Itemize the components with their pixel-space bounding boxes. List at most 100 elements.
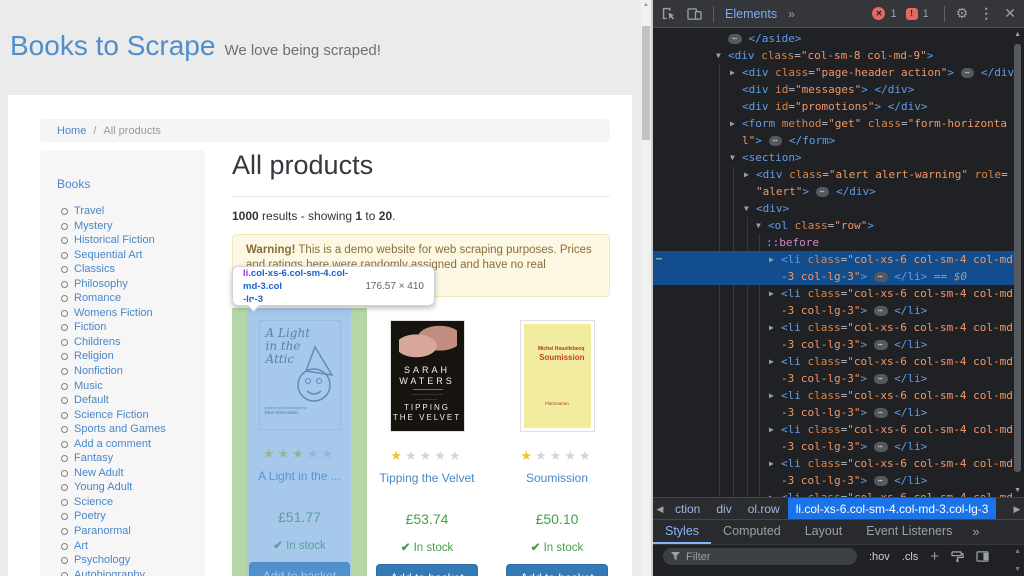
add-to-basket-button[interactable]: Add to basket [376,564,477,576]
expand-ellipsis-icon[interactable]: ⋯ [874,272,888,282]
more-panels-icon[interactable]: » [788,7,793,21]
tree-scrollbar-thumb[interactable] [1014,44,1021,472]
expand-ellipsis-icon[interactable]: ⋯ [874,442,888,452]
category-link[interactable]: Mystery [74,220,113,232]
add-to-basket-button[interactable]: Add to basket [506,564,607,576]
breadcrumb-right-arrow-icon[interactable]: ▶ [1010,504,1024,515]
expand-arrow-icon[interactable]: ▶ [730,115,742,132]
collapse-arrow-icon[interactable]: ▼ [744,200,756,217]
category-link[interactable]: Sports and Games [74,423,166,435]
tree-node[interactable]: <div id="promotions"> </div> [653,98,1016,115]
error-badge-icon[interactable]: ✕ [872,7,885,20]
category-link[interactable]: Science [74,496,113,508]
expand-arrow-icon[interactable]: ▶ [730,64,742,81]
styles-scroll-up-icon[interactable]: ▲ [1014,548,1021,556]
tree-node[interactable]: ▶<div class="page-header action"> ⋯ </di… [653,64,1016,81]
inspect-element-icon[interactable] [661,6,676,21]
category-link[interactable]: Romance [74,292,121,304]
category-link[interactable]: Nonfiction [74,365,123,377]
tree-node[interactable]: ▼<ol class="row"> [653,217,1016,234]
tree-node[interactable]: ▼<div> [653,200,1016,217]
breadcrumb-node-selected[interactable]: li.col-xs-6.col-sm-4.col-md-3.col-lg-3 [788,498,997,520]
styles-filter-input[interactable]: Filter [663,548,857,565]
expand-arrow-icon[interactable]: ▶ [769,353,781,370]
site-title-link[interactable]: Books to Scrape [10,30,215,62]
add-to-basket-button[interactable]: Add to basket [249,562,350,576]
expand-arrow-icon[interactable]: ▶ [769,455,781,472]
tree-node[interactable]: ▶<div class="alert alert-warning" role= [653,166,1016,183]
new-style-rule-icon[interactable]: + [930,548,939,565]
category-link[interactable]: Childrens [74,336,120,348]
category-link[interactable]: Philosophy [74,278,128,290]
rendering-emulation-icon[interactable] [951,551,964,563]
category-link[interactable]: Sequential Art [74,249,143,261]
tree-node[interactable]: ▶<li class="col-xs-6 col-sm-4 col-md [653,387,1016,404]
scroll-up-arrow-icon[interactable]: ▲ [641,0,651,10]
expand-ellipsis-icon[interactable]: ⋯ [728,34,742,44]
expand-arrow-icon[interactable]: ▶ [769,319,781,336]
tree-node[interactable]: <div id="messages"> </div> [653,81,1016,98]
tree-node[interactable]: ▶<li class="col-xs-6 col-sm-4 col-md [653,285,1016,302]
category-link[interactable]: Travel [74,205,104,217]
expand-ellipsis-icon[interactable]: ⋯ [816,187,830,197]
tree-node[interactable]: ▶<li class="col-xs-6 col-sm-4 col-md [653,421,1016,438]
product-cover-image[interactable]: A Light in the Attic poems and drawings … [259,320,341,430]
kebab-menu-icon[interactable]: ⋮ [979,5,993,22]
dock-side-icon[interactable] [976,551,989,562]
category-link[interactable]: Historical Fiction [74,234,155,246]
toggle-hover-state-button[interactable]: :hov [869,551,890,563]
tree-node[interactable]: "alert"> ⋯ </div> [653,183,1016,200]
tree-node[interactable]: -3 col-lg-3"> ⋯ </li> [653,404,1016,421]
styles-scroll-down-icon[interactable]: ▼ [1014,566,1021,574]
issues-badge-icon[interactable]: ! [906,8,918,20]
product-title-link[interactable]: Tipping the Velvet [375,471,479,485]
category-link[interactable]: Paranormal [74,525,131,537]
more-tabs-icon[interactable]: » [964,520,987,544]
sidebar-books-link[interactable]: Books [57,177,205,191]
tree-node[interactable]: ▼<section> [653,149,1016,166]
category-link[interactable]: Religion [74,350,114,362]
expand-arrow-icon[interactable]: ▶ [769,421,781,438]
device-toolbar-icon[interactable] [687,7,702,21]
settings-gear-icon[interactable]: ⚙ [956,5,969,22]
tree-node[interactable]: ▶<li class="col-xs-6 col-sm-4 col-md [653,455,1016,472]
expand-arrow-icon[interactable]: ▶ [769,285,781,302]
breadcrumb-node[interactable]: div [708,502,739,516]
category-link[interactable]: Fantasy [74,452,113,464]
expand-arrow-icon[interactable]: ▶ [769,387,781,404]
expand-arrow-icon[interactable]: ▶ [769,489,781,497]
tree-node-selected[interactable]: ⋯▶<li class="col-xs-6 col-sm-4 col-md [653,251,1016,268]
tree-node[interactable]: ▶<li class="col-xs-6 col-sm-4 col-md [653,489,1016,497]
expand-ellipsis-icon[interactable]: ⋯ [874,374,888,384]
product-title-link[interactable]: A Light in the ... [232,469,367,483]
category-link[interactable]: Add a comment [74,438,151,450]
category-link[interactable]: Fiction [74,321,106,333]
product-cover-image[interactable]: Michel Houellebecq Soumission Flammarion [520,320,595,432]
tab-computed[interactable]: Computed [711,520,793,544]
category-link[interactable]: Psychology [74,554,130,566]
product-title-link[interactable]: Soumission [505,471,609,485]
tab-layout[interactable]: Layout [793,520,855,544]
expand-ellipsis-icon[interactable]: ⋯ [961,68,975,78]
tree-node[interactable]: ▼<div class="col-sm-8 col-md-9"> [653,47,1016,64]
tree-node[interactable]: -3 col-lg-3"> ⋯ </li> [653,370,1016,387]
tree-scroll-down-icon[interactable]: ▼ [1014,487,1021,495]
category-link[interactable]: Science Fiction [74,409,149,421]
tree-node[interactable]: -3 col-lg-3"> ⋯ </li> [653,302,1016,319]
category-link[interactable]: Young Adult [74,481,132,493]
tree-node[interactable]: l"> ⋯ </form> [653,132,1016,149]
page-scrollbar-thumb[interactable] [642,26,650,140]
expand-ellipsis-icon[interactable]: ⋯ [769,136,783,146]
tab-styles[interactable]: Styles [653,520,711,544]
tree-node[interactable]: -3 col-lg-3"> ⋯ </li> [653,336,1016,353]
expand-ellipsis-icon[interactable]: ⋯ [874,408,888,418]
breadcrumb-left-arrow-icon[interactable]: ◀ [653,504,667,515]
close-devtools-icon[interactable]: ✕ [1004,5,1016,22]
tree-node[interactable]: ▶<form method="get" class="form-horizont… [653,115,1016,132]
page-scrollbar[interactable]: ▲ [641,0,651,576]
tree-node[interactable]: ::before [653,234,1016,251]
tree-node-selected[interactable]: -3 col-lg-3"> ⋯ </li> == $0 [653,268,1016,285]
breadcrumb-node[interactable]: ction [667,502,708,516]
node-menu-icon[interactable]: ⋯ [656,251,663,268]
expand-arrow-icon[interactable]: ▶ [769,251,781,268]
